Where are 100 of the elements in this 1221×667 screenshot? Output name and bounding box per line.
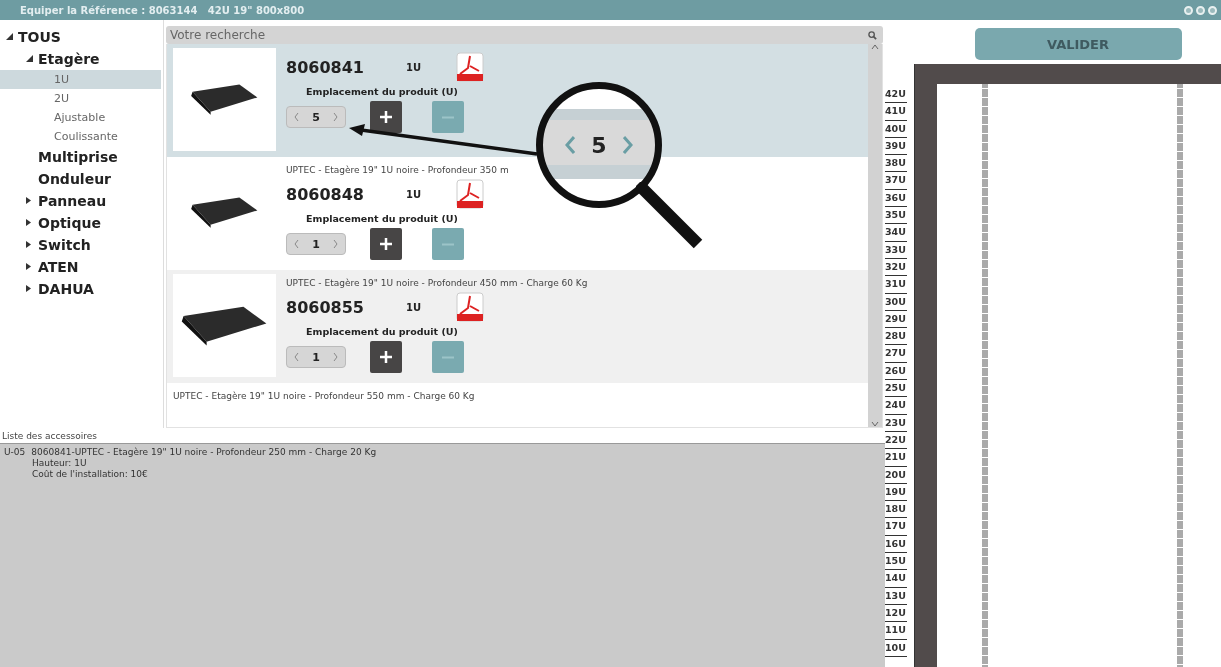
rack-unit-label: 15U: [885, 553, 907, 571]
product-description: UPTEC - Etagère 19" 1U noire - Profondeur 450 mm - Charge 60 Kg: [286, 278, 588, 288]
right-chevron-icon[interactable]: [333, 353, 339, 361]
plus-icon[interactable]: [380, 238, 392, 250]
rack-unit-label: 38U: [885, 155, 907, 173]
rack-unit-label: 17U: [885, 518, 907, 536]
rack-unit-label: 16U: [885, 535, 907, 553]
rack-unit-label: 33U: [885, 241, 907, 259]
tree-item-row[interactable]: DAHUA: [0, 278, 161, 300]
left-chevron-icon: [565, 136, 576, 154]
product-height: 1U: [406, 301, 423, 313]
tree-label: Ajustable: [53, 111, 106, 124]
location-label: Emplacement du produit (U): [305, 213, 459, 224]
rack-unit-label: 39U: [885, 137, 907, 156]
tree-label: TOUS: [18, 29, 61, 45]
rack-unit-label: 34U: [885, 224, 907, 242]
plus-icon[interactable]: [380, 111, 392, 123]
product-height: 1U: [406, 61, 423, 73]
right-chevron-icon[interactable]: [333, 113, 339, 121]
tree-item-row[interactable]: Ajustable: [0, 108, 161, 127]
product-code: 8060848: [286, 184, 365, 204]
rack-unit-label: 40U: [885, 120, 907, 138]
search-field[interactable]: Votre recherche: [166, 26, 883, 44]
tree-label: Switch: [38, 237, 91, 253]
product-description: UPTEC - Etagère 19" 1U noire - Profondeur 350 m: [286, 165, 509, 175]
rack-unit-label: 36U: [885, 189, 907, 208]
rack-unit-label: 28U: [885, 328, 907, 346]
product-row[interactable]: UPTEC - Etagère 19" 1U noire - Profondeur 450 mm - Charge 60 Kg 8060855 1U Emplacement du produit (U) 1: [167, 270, 868, 383]
rack-unit-label: 31U: [885, 276, 907, 294]
rack-unit-label: 14U: [885, 570, 907, 588]
rack-unit-label: 25U: [885, 380, 907, 398]
rack-unit-label: 29U: [885, 310, 907, 329]
left-chevron-icon[interactable]: [293, 353, 299, 361]
left-chevron-icon[interactable]: [293, 113, 299, 121]
tree-label: Etagère: [38, 51, 100, 67]
product-code: 8060841: [286, 57, 365, 77]
location-label: Emplacement du produit (U): [305, 86, 459, 97]
position-stepper[interactable]: 5: [286, 106, 346, 128]
rack-unit-label: 18U: [885, 501, 907, 519]
left-chevron-icon[interactable]: [293, 240, 299, 248]
tree-item-row[interactable]: 2U: [0, 89, 161, 108]
tree-item-row[interactable]: Switch: [0, 234, 161, 256]
tree-label: ATEN: [38, 259, 79, 275]
plus-icon[interactable]: [380, 351, 392, 363]
accessory-detail: Coût de l'installation: 10€: [31, 469, 149, 479]
tree-item-row[interactable]: Coulissante: [0, 127, 161, 146]
tree-label: DAHUA: [38, 281, 94, 297]
pdf-icon[interactable]: [456, 52, 484, 82]
tree-label: 1U: [53, 73, 70, 86]
rack-unit-label: 23U: [885, 414, 907, 432]
pdf-icon[interactable]: [456, 292, 484, 322]
accessory-slot: U-05: [4, 447, 26, 457]
tree-item-row[interactable]: TOUS: [0, 26, 161, 48]
accessory-name: 8060841-UPTEC - Etagère 19" 1U noire - Profondeur 250 mm - Charge 20 Kg: [31, 447, 377, 457]
rack-unit-label: 24U: [885, 397, 907, 415]
tree-item-row[interactable]: ATEN: [0, 256, 161, 278]
magnified-value: 5: [591, 132, 607, 158]
tree-label: Panneau: [38, 193, 107, 209]
rack-unit-label: 32U: [885, 258, 907, 277]
accessories-title: Liste des accessoires: [1, 430, 98, 443]
rack-unit-label: 19U: [885, 483, 907, 502]
right-chevron-icon[interactable]: [333, 240, 339, 248]
tree-item-row[interactable]: Optique: [0, 212, 161, 234]
position-stepper[interactable]: 1: [286, 346, 346, 368]
rack-unit-label: 37U: [885, 172, 907, 190]
location-label: Emplacement du produit (U): [305, 326, 459, 337]
tree-label: Coulissante: [53, 130, 118, 143]
tree-item-row[interactable]: Etagère: [0, 48, 161, 70]
tree-item-row[interactable]: Panneau: [0, 190, 161, 212]
tree-item-selected[interactable]: 1U: [0, 70, 161, 89]
rack-unit-label: 26U: [885, 362, 907, 381]
tree-label: Onduleur: [38, 171, 112, 187]
rack-unit-label: 22U: [885, 431, 907, 450]
rack-unit-label: 42U: [885, 86, 907, 104]
tree-item-row[interactable]: Onduleur: [0, 168, 161, 190]
product-height: 1U: [406, 188, 423, 200]
position-stepper[interactable]: 1: [286, 233, 346, 255]
rack-unit-label: 11U: [885, 622, 907, 640]
tree-label: Optique: [38, 215, 101, 231]
scrollbar[interactable]: [868, 44, 882, 427]
rack-unit-label: 12U: [885, 604, 907, 623]
window-title: Equiper la Référence : 8063144 42U 19" 800x800: [20, 4, 305, 16]
rack-unit-label: 10U: [885, 639, 907, 657]
rack-unit-label: 13U: [885, 587, 907, 605]
tree-label: 2U: [53, 92, 70, 105]
pdf-icon[interactable]: [456, 179, 484, 209]
accessory-detail: Hauteur: 1U: [31, 458, 88, 468]
add-button[interactable]: [370, 101, 402, 133]
rack-unit-label: 21U: [885, 449, 907, 467]
scroll-up-icon[interactable]: [871, 44, 879, 50]
search-input[interactable]: Votre recherche: [170, 28, 868, 42]
rack-unit-label: 20U: [885, 466, 907, 484]
tree-item-row[interactable]: Multiprise: [0, 146, 161, 168]
rack-unit-label: 30U: [885, 293, 907, 311]
search-icon[interactable]: [868, 30, 877, 40]
rack-unit-label: 35U: [885, 207, 907, 225]
add-button[interactable]: [370, 228, 402, 260]
scroll-down-icon[interactable]: [871, 421, 879, 427]
position-value: 1: [312, 350, 320, 364]
add-button[interactable]: [370, 341, 402, 373]
